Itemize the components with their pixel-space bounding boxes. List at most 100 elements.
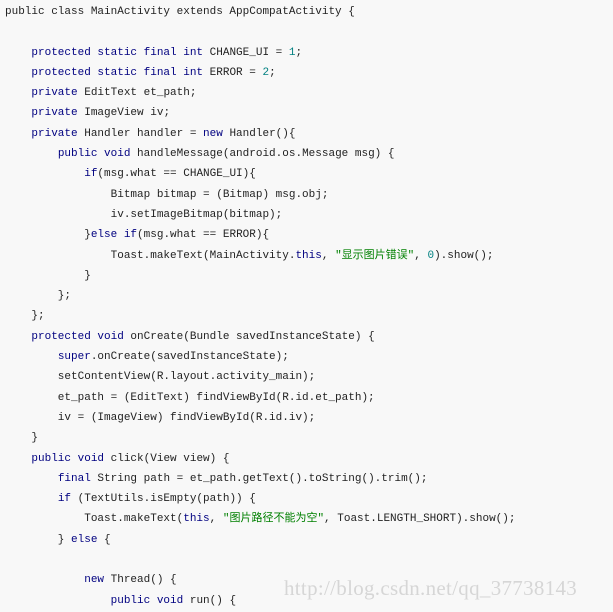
code-keyword: new — [84, 574, 105, 587]
code-keyword: new — [203, 127, 223, 140]
code-keyword: if — [84, 168, 98, 181]
code-text: click(View view) { — [104, 452, 230, 465]
code-text: CHANGE_UI = — [203, 46, 289, 59]
code-line: public void click(View view) { — [5, 449, 515, 469]
code-text: EditText et_path; — [77, 87, 197, 100]
code-line: public void handleMessage(android.os.Mes… — [5, 144, 515, 164]
code-line: } — [5, 266, 515, 286]
code-line: if (TextUtils.isEmpty(path)) { — [5, 489, 515, 509]
code-text: Toast.makeText( — [5, 513, 184, 526]
code-keyword: protected void — [31, 330, 124, 343]
code-text: ).show(); — [434, 249, 494, 262]
code-line: private Handler handler = new Handler(){ — [5, 124, 515, 144]
code-keyword: public void — [57, 148, 131, 161]
code-line: final String path = et_path.getText().to… — [5, 469, 515, 489]
code-text: (msg.what == ERROR){ — [137, 229, 270, 242]
code-text: ImageView iv; — [77, 107, 171, 120]
code-keyword: else — [71, 533, 98, 546]
code-text: Toast.makeText(MainActivity. — [5, 249, 296, 262]
code-keyword: final — [57, 472, 91, 485]
code-text: } — [5, 269, 91, 282]
code-line: if(msg.what == CHANGE_UI){ — [5, 164, 515, 184]
code-keyword: public void — [110, 594, 184, 607]
code-text: (TextUtils.isEmpty(path)) { — [71, 493, 256, 506]
code-text: .onCreate(savedInstanceState); — [90, 351, 289, 364]
code-text: (msg.what == CHANGE_UI){ — [97, 168, 256, 181]
code-line: iv.setImageBitmap(bitmap); — [5, 205, 515, 225]
code-line: protected static final int CHANGE_UI = 1… — [5, 43, 515, 63]
code-line: protected static final int ERROR = 2; — [5, 63, 515, 83]
code-line: } else { — [5, 530, 515, 550]
code-string: "显示图片错误" — [335, 249, 415, 262]
watermark: http://blog.csdn.net/qq_37738143 — [284, 576, 578, 600]
code-text: ERROR = — [203, 66, 263, 79]
code-line: Toast.makeText(MainActivity.this, "显示图片错… — [5, 246, 515, 266]
code-keyword: protected static final int — [31, 66, 204, 79]
code-text: et_path = (EditText) findViewById(R.id.e… — [5, 391, 375, 404]
code-text: }; — [5, 310, 45, 323]
code-text: , Toast.LENGTH_SHORT).show(); — [324, 513, 516, 526]
code-text: , — [414, 249, 428, 262]
code-text: ; — [295, 46, 303, 59]
code-text: Handler handler = — [77, 127, 204, 140]
code-text: , — [209, 513, 223, 526]
code-string: "图片路径不能为空" — [222, 513, 325, 526]
code-text: Bitmap bitmap = (Bitmap) msg.obj; — [5, 188, 329, 201]
code-keyword: this — [183, 513, 210, 526]
code-line: }; — [5, 286, 515, 306]
code-keyword: private — [31, 127, 78, 140]
code-block: public class MainActivity extends AppCom… — [5, 2, 515, 611]
code-text: } — [5, 229, 91, 242]
code-keyword: private — [31, 107, 78, 120]
code-text: } — [5, 432, 39, 445]
code-keyword: else if — [90, 229, 138, 242]
code-text: ; — [269, 66, 276, 79]
code-text: , — [321, 249, 336, 262]
code-text: onCreate(Bundle savedInstanceState) { — [123, 330, 375, 343]
code-text: run() { — [183, 594, 237, 607]
code-text: } — [5, 533, 72, 546]
code-line: et_path = (EditText) findViewById(R.id.e… — [5, 388, 515, 408]
code-line: }; — [5, 306, 515, 326]
code-line: protected void onCreate(Bundle savedInst… — [5, 327, 515, 347]
code-text: }; — [5, 290, 72, 303]
code-text: Thread() { — [104, 574, 177, 587]
code-text: public class MainActivity extends AppCom… — [5, 6, 355, 18]
code-line: } — [5, 428, 515, 448]
code-text: handleMessage(android.os.Message msg) { — [130, 148, 395, 161]
code-text: String path = et_path.getText().toString… — [90, 472, 428, 485]
code-line: Bitmap bitmap = (Bitmap) msg.obj; — [5, 185, 515, 205]
code-text: { — [97, 533, 111, 546]
code-line: setContentView(R.layout.activity_main); — [5, 367, 515, 387]
code-keyword: private — [31, 87, 78, 100]
code-keyword: super — [57, 351, 91, 364]
code-keyword: if — [57, 493, 72, 506]
code-text: setContentView(R.layout.activity_main); — [5, 371, 316, 384]
code-text: iv.setImageBitmap(bitmap); — [5, 208, 283, 221]
code-line: public class MainActivity extends AppCom… — [5, 2, 515, 22]
code-text: iv = (ImageView) findViewById(R.id.iv); — [5, 411, 316, 424]
code-keyword: public void — [31, 452, 105, 465]
code-keyword: this — [295, 249, 322, 262]
code-line: private EditText et_path; — [5, 83, 515, 103]
code-line: iv = (ImageView) findViewById(R.id.iv); — [5, 408, 515, 428]
code-keyword: protected static final int — [31, 46, 204, 59]
code-line: super.onCreate(savedInstanceState); — [5, 347, 515, 367]
code-line: }else if(msg.what == ERROR){ — [5, 225, 515, 245]
